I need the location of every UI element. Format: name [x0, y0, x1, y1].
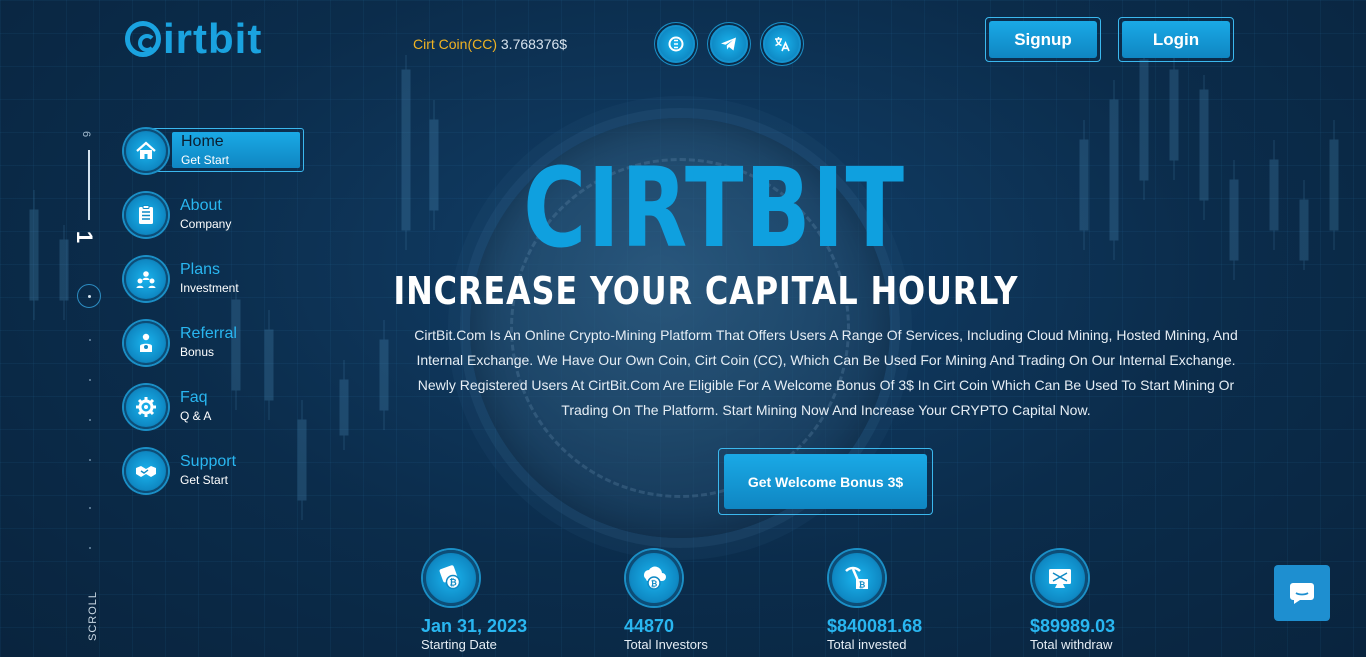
nav-title: Referral: [180, 325, 237, 342]
coin-name: Cirt Coin(CC): [413, 36, 497, 52]
nav-item-faq[interactable]: Faq Q & A: [124, 383, 239, 431]
section-total: 6: [80, 130, 93, 138]
nav-subtitle: Bonus: [180, 345, 215, 359]
nav-title: Faq: [180, 389, 208, 406]
stat-item: ₿ Jan 31, 2023 Starting Date: [421, 550, 624, 654]
nav-item-referral[interactable]: Referral Bonus: [124, 319, 239, 367]
coin-price: 3.768376$: [500, 36, 568, 52]
coin-icon[interactable]: [657, 25, 695, 63]
nav-subtitle: Get Start: [180, 473, 229, 487]
hero-subtitle: INCREASE YOUR CAPITAL HOURLY: [393, 269, 1019, 313]
section-dot[interactable]: [89, 507, 91, 509]
section-dot-active[interactable]: [77, 284, 101, 308]
calendar-coin-icon: ₿: [423, 550, 479, 606]
coin-price-ticker: Cirt Coin(CC) 3.768376$: [413, 36, 567, 52]
header-icon-group: [657, 25, 801, 63]
cloud-coin-icon: ₿: [626, 550, 682, 606]
mining-icon: ₿: [829, 550, 885, 606]
nav-title: Support: [180, 453, 237, 470]
stats-row: ₿ Jan 31, 2023 Starting Date ₿ 44870 Tot…: [421, 550, 1233, 654]
logo-mark-icon: [125, 21, 161, 57]
logo[interactable]: irtbit: [125, 18, 262, 60]
svg-text:₿: ₿: [449, 578, 456, 589]
nav-title: Home: [181, 133, 224, 150]
users-icon: [124, 257, 168, 301]
stat-value: $89989.03: [1030, 616, 1116, 636]
stat-value: $840081.68: [827, 616, 923, 636]
svg-text:₿: ₿: [651, 580, 658, 589]
hero-title: CIRTBIT: [523, 144, 906, 272]
section-dot[interactable]: [89, 419, 91, 421]
nav-item-support[interactable]: Support Get Start: [124, 447, 239, 495]
welcome-bonus-button[interactable]: Get Welcome Bonus 3$: [718, 448, 933, 515]
stat-label: Total Investors: [624, 637, 708, 652]
section-progress-line: [88, 150, 90, 220]
nav-item-home[interactable]: Home Get Start: [124, 127, 304, 175]
page: irtbit Cirt Coin(CC) 3.768376$ Signup Lo…: [0, 0, 1366, 657]
chat-widget-button[interactable]: [1274, 565, 1330, 621]
home-icon: [124, 129, 168, 173]
signup-button-label: Signup: [989, 21, 1097, 58]
section-dot[interactable]: [89, 459, 91, 461]
stat-label: Total withdraw: [1030, 637, 1113, 652]
section-dot[interactable]: [89, 547, 91, 549]
stat-item: ₿ 44870 Total Investors: [624, 550, 827, 654]
stat-label: Starting Date: [421, 637, 497, 652]
login-button[interactable]: Login: [1118, 17, 1234, 62]
translate-icon[interactable]: [763, 25, 801, 63]
stat-item: ₿ $840081.68 Total invested: [827, 550, 1030, 654]
chat-bubble-icon: [1290, 583, 1314, 604]
clipboard-icon: [124, 193, 168, 237]
section-dot[interactable]: [89, 339, 91, 341]
section-current: 1: [72, 230, 98, 244]
gear-icon: [124, 385, 168, 429]
login-button-label: Login: [1122, 21, 1230, 58]
stat-value: 44870: [624, 616, 675, 636]
welcome-bonus-button-label: Get Welcome Bonus 3$: [724, 454, 927, 509]
stat-label: Total invested: [827, 637, 907, 652]
nav-subtitle: Q & A: [180, 409, 212, 423]
stat-value: Jan 31, 2023: [421, 616, 528, 636]
telegram-icon[interactable]: [710, 25, 748, 63]
handshake-icon: [124, 449, 168, 493]
monitor-icon: [1032, 550, 1088, 606]
person-icon: [124, 321, 168, 365]
logo-text: irtbit: [163, 15, 263, 62]
stat-item: $89989.03 Total withdraw: [1030, 550, 1233, 654]
signup-button[interactable]: Signup: [985, 17, 1101, 62]
scroll-label: SCROLL: [87, 590, 100, 642]
nav-subtitle: Get Start: [181, 153, 230, 167]
svg-text:₿: ₿: [859, 581, 866, 590]
section-dot[interactable]: [89, 379, 91, 381]
hero-description: CirtBit.Com Is An Online Crypto-Mining P…: [414, 327, 1238, 418]
